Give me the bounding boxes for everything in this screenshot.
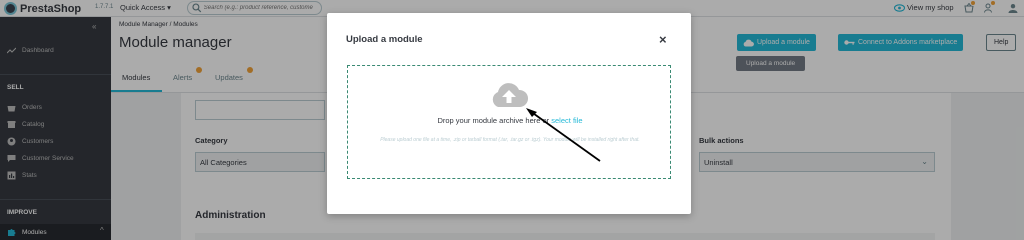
upload-module-modal: Upload a module × Drop your module archi… <box>327 13 691 214</box>
modal-title: Upload a module <box>346 34 423 45</box>
file-dropzone[interactable]: Drop your module archive here or select … <box>347 65 671 179</box>
annotation-arrow-icon <box>526 108 601 162</box>
drop-instructions: Drop your module archive here or select … <box>348 116 672 125</box>
upload-format-note: Please upload one file at a time, .zip o… <box>380 137 640 143</box>
close-icon[interactable]: × <box>659 33 667 46</box>
